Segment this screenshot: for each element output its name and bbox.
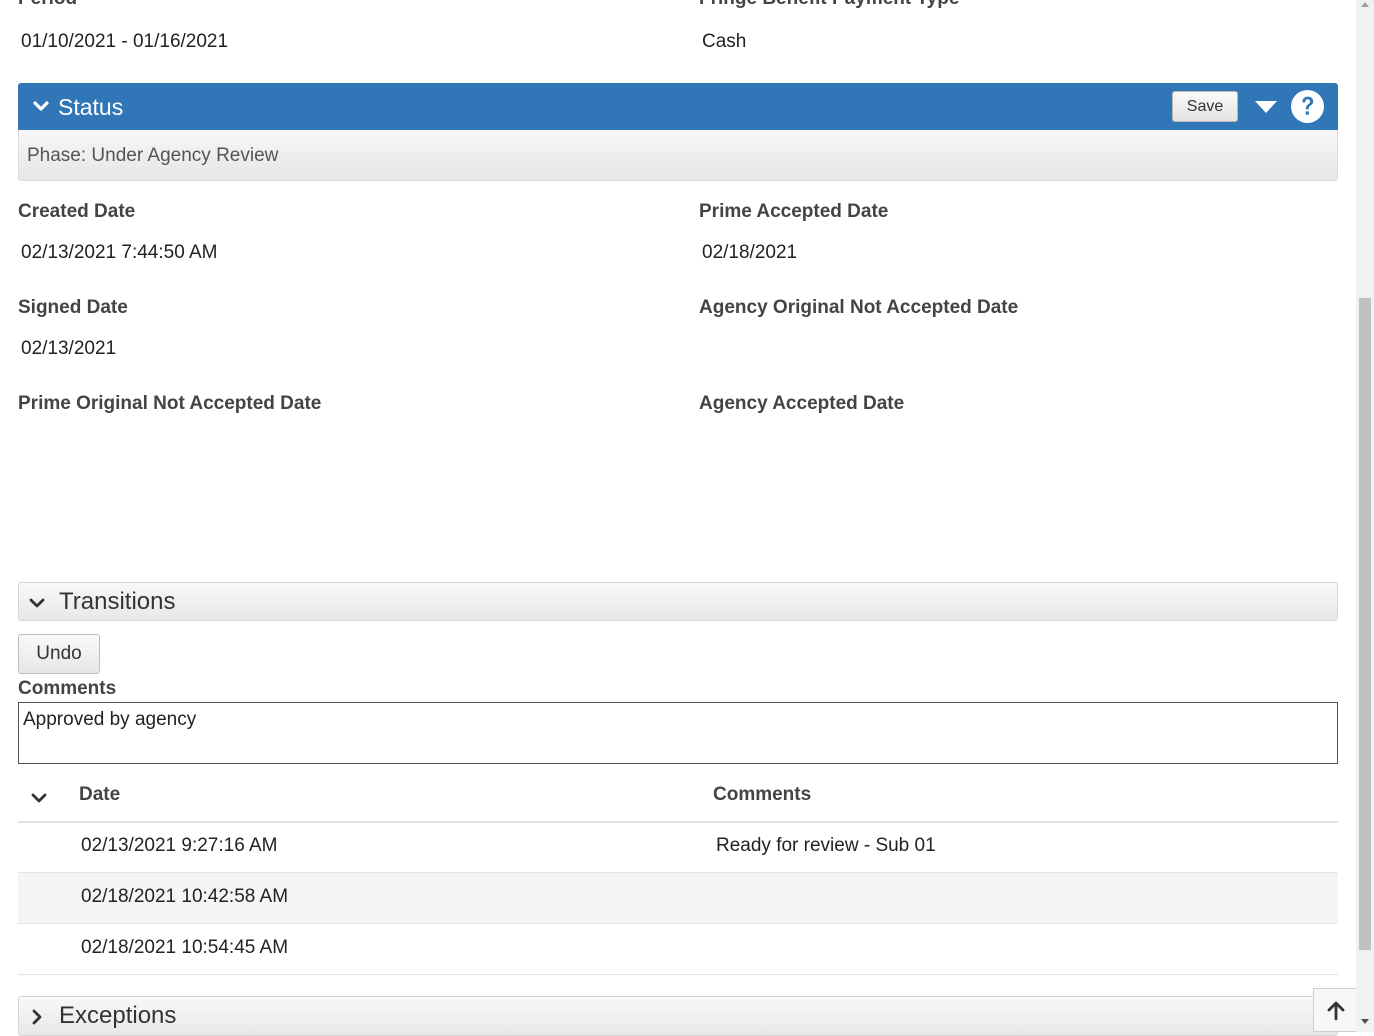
phase-text: Phase: Under Agency Review: [27, 145, 279, 166]
arrow-up-icon: [1327, 1001, 1345, 1021]
signed-date-value: 02/13/2021: [21, 338, 117, 359]
fringe-benefit-payment-type-value: Cash: [702, 31, 747, 52]
save-button[interactable]: Save: [1172, 91, 1238, 122]
created-date-value: 02/13/2021 7:44:50 AM: [21, 242, 218, 263]
scroll-up-arrow-icon[interactable]: [1360, 0, 1370, 8]
status-panel-header[interactable]: Status Save: [18, 83, 1338, 130]
question-circle-icon[interactable]: [1290, 89, 1325, 124]
page-content: Period 01/10/2021 - 01/16/2021 Fringe Be…: [0, 0, 1357, 1036]
caret-down-icon[interactable]: [1254, 99, 1278, 115]
fringe-benefit-payment-type-label: Fringe Benefit Payment Type: [699, 0, 959, 10]
table-row[interactable]: 02/13/2021 9:27:16 AM Ready for review -…: [18, 822, 1338, 873]
undo-button[interactable]: Undo: [18, 634, 100, 674]
comments-label: Comments: [18, 678, 117, 699]
scrollbar-thumb[interactable]: [1359, 298, 1371, 950]
agency-original-not-accepted-date-label: Agency Original Not Accepted Date: [699, 297, 1019, 318]
row-date: 02/18/2021 10:42:58 AM: [81, 886, 289, 907]
exceptions-title: Exceptions: [59, 1002, 177, 1029]
scroll-down-arrow-icon[interactable]: [1360, 1018, 1370, 1026]
transitions-title: Transitions: [59, 588, 176, 615]
chevron-down-icon[interactable]: [29, 595, 45, 611]
comments-column-header[interactable]: Comments: [713, 784, 811, 806]
date-column-header[interactable]: Date: [79, 784, 120, 806]
exceptions-section-header[interactable]: Exceptions: [18, 996, 1338, 1036]
transitions-grid-header: Date Comments: [18, 770, 1338, 823]
signed-date-label: Signed Date: [18, 297, 128, 318]
chevron-right-icon[interactable]: [29, 1009, 45, 1025]
transitions-section-header[interactable]: Transitions: [18, 582, 1338, 621]
prime-original-not-accepted-date-label: Prime Original Not Accepted Date: [18, 393, 322, 414]
scroll-to-top-button[interactable]: [1313, 988, 1357, 1032]
page-scrollbar[interactable]: [1356, 0, 1374, 1032]
row-date: 02/18/2021 10:54:45 AM: [81, 937, 289, 958]
table-row[interactable]: 02/18/2021 10:54:45 AM: [18, 924, 1338, 975]
prime-accepted-date-value: 02/18/2021: [702, 242, 798, 263]
row-comment: Ready for review - Sub 01: [716, 835, 936, 856]
comments-textarea[interactable]: Approved by agency: [18, 702, 1338, 764]
period-value: 01/10/2021 - 01/16/2021: [21, 31, 229, 52]
chevron-down-icon[interactable]: [32, 97, 50, 115]
created-date-label: Created Date: [18, 201, 136, 222]
phase-bar: Phase: Under Agency Review: [18, 130, 1338, 181]
status-panel-title: Status: [58, 94, 124, 120]
chevron-down-icon[interactable]: [30, 789, 48, 807]
agency-accepted-date-label: Agency Accepted Date: [699, 393, 905, 414]
period-label: Period: [18, 0, 77, 10]
prime-accepted-date-label: Prime Accepted Date: [699, 201, 889, 222]
row-date: 02/13/2021 9:27:16 AM: [81, 835, 278, 856]
table-row[interactable]: 02/18/2021 10:42:58 AM: [18, 873, 1338, 924]
